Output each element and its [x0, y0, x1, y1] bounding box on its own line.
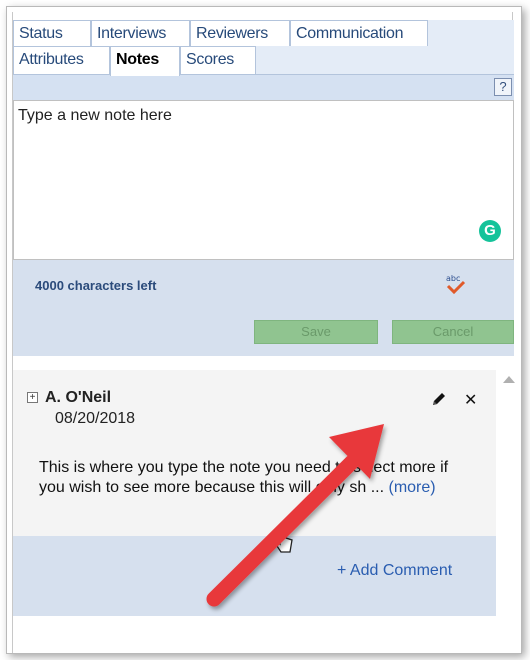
save-note-button[interactable]: Save [254, 320, 378, 344]
help-button[interactable]: ? [494, 78, 512, 96]
note-body: This is where you type the note you need… [39, 458, 469, 498]
scroll-up-arrow[interactable] [503, 376, 515, 383]
notes-panel: Status Interviews Reviewers Communicatio… [12, 12, 515, 653]
tab-communication[interactable]: Communication [290, 20, 428, 46]
add-comment-link[interactable]: + Add Comment [337, 562, 452, 580]
note-body-text: This is where you type the note you need… [39, 459, 449, 496]
tab-interviews[interactable]: Interviews [91, 20, 190, 46]
characters-left-counter: 4000 characters left [35, 278, 157, 293]
more-link[interactable]: (more) [389, 479, 436, 496]
tab-row-1: Status Interviews Reviewers Communicatio… [13, 20, 514, 46]
new-note-input[interactable] [13, 100, 514, 260]
svg-text:abc: abc [446, 274, 460, 283]
note-date: 08/20/2018 [55, 410, 136, 427]
toolbar-strip: ? [13, 74, 514, 100]
tab-status[interactable]: Status [13, 20, 91, 46]
tab-row-2: Attributes Notes Scores [13, 46, 514, 76]
tab-scores[interactable]: Scores [180, 46, 256, 74]
close-icon[interactable]: ✕ [464, 390, 477, 410]
note-editor-footer: 4000 characters left abc Save Cancel [13, 260, 514, 356]
expand-icon[interactable]: + [27, 392, 38, 403]
note-author: A. O'Neil [45, 389, 112, 406]
tab-notes[interactable]: Notes [110, 46, 180, 76]
cancel-note-button[interactable]: Cancel [392, 320, 514, 344]
pencil-icon[interactable] [430, 390, 448, 408]
comment-bar: + Add Comment [13, 536, 496, 616]
notes-list: + A. O'Neil 08/20/2018 ✕ This is where y… [13, 356, 515, 653]
note-item: + A. O'Neil 08/20/2018 ✕ This is where y… [13, 370, 496, 536]
grammarly-icon[interactable]: G [479, 220, 501, 242]
spellcheck-icon[interactable]: abc [443, 272, 469, 298]
tab-reviewers[interactable]: Reviewers [190, 20, 290, 46]
tab-attributes[interactable]: Attributes [13, 46, 110, 74]
window-frame: Status Interviews Reviewers Communicatio… [6, 6, 522, 654]
